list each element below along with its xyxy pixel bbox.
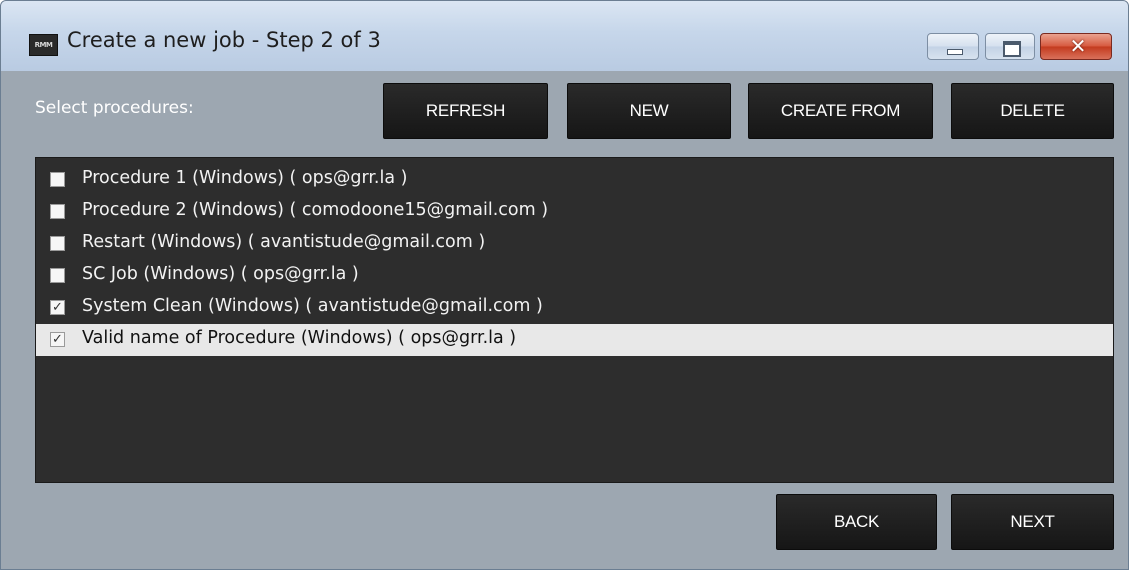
- procedure-label: Procedure 1 (Windows) ( ops@grr.la ): [82, 168, 408, 188]
- back-button[interactable]: BACK: [776, 494, 937, 550]
- minimize-button[interactable]: [927, 33, 979, 60]
- procedure-item[interactable]: ✓ Valid name of Procedure (Windows) ( op…: [36, 324, 1113, 356]
- app-logo-icon: RMM: [29, 34, 58, 56]
- procedure-item[interactable]: Procedure 2 (Windows) ( comodoone15@gmai…: [36, 196, 1113, 228]
- procedure-checkbox[interactable]: [50, 204, 65, 219]
- refresh-button[interactable]: REFRESH: [383, 83, 548, 139]
- procedure-checkbox[interactable]: [50, 172, 65, 187]
- new-button[interactable]: NEW: [567, 83, 731, 139]
- close-icon: ✕: [1069, 34, 1087, 58]
- window-title: Create a new job - Step 2 of 3: [67, 28, 381, 52]
- procedures-list[interactable]: Procedure 1 (Windows) ( ops@grr.la ) Pro…: [35, 157, 1114, 483]
- procedure-item[interactable]: ✓ System Clean (Windows) ( avantistude@g…: [36, 292, 1113, 324]
- procedure-label: Procedure 2 (Windows) ( comodoone15@gmai…: [82, 200, 549, 220]
- procedure-label: Valid name of Procedure (Windows) ( ops@…: [82, 328, 517, 348]
- procedure-item[interactable]: Restart (Windows) ( avantistude@gmail.co…: [36, 228, 1113, 260]
- close-button[interactable]: ✕: [1040, 33, 1112, 60]
- procedure-item[interactable]: Procedure 1 (Windows) ( ops@grr.la ): [36, 164, 1113, 196]
- procedure-label: System Clean (Windows) ( avantistude@gma…: [82, 296, 543, 316]
- procedure-checkbox[interactable]: ✓: [50, 332, 65, 347]
- procedure-label: SC Job (Windows) ( ops@grr.la ): [82, 264, 359, 284]
- procedure-checkbox[interactable]: ✓: [50, 300, 65, 315]
- procedure-checkbox[interactable]: [50, 268, 65, 283]
- procedure-label: Restart (Windows) ( avantistude@gmail.co…: [82, 232, 486, 252]
- procedure-item[interactable]: SC Job (Windows) ( ops@grr.la ): [36, 260, 1113, 292]
- select-procedures-label: Select procedures:: [35, 98, 194, 118]
- create-job-dialog: RMM Create a new job - Step 2 of 3 ✕ Sel…: [0, 0, 1129, 570]
- create-from-button[interactable]: CREATE FROM: [748, 83, 933, 139]
- minimize-icon: [947, 49, 963, 55]
- title-bar[interactable]: RMM Create a new job - Step 2 of 3 ✕: [1, 1, 1128, 71]
- maximize-icon: [1003, 41, 1021, 57]
- delete-button[interactable]: DELETE: [951, 83, 1114, 139]
- maximize-button[interactable]: [985, 33, 1035, 60]
- next-button[interactable]: NEXT: [951, 494, 1114, 550]
- procedure-checkbox[interactable]: [50, 236, 65, 251]
